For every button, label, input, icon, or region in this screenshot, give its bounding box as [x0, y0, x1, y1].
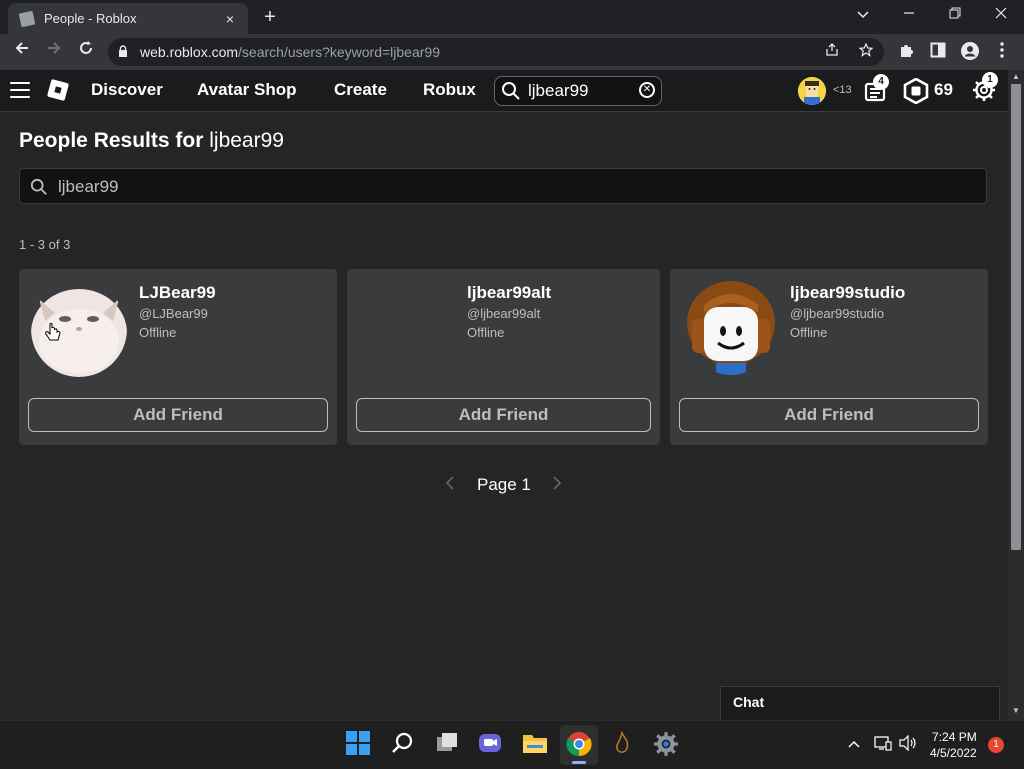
user-name[interactable]: ljbear99alt [467, 283, 551, 303]
age-label: <13 [833, 84, 852, 96]
user-handle: @ljbear99studio [790, 306, 885, 321]
hamburger-menu-icon[interactable] [10, 82, 30, 98]
scrollbar-thumb[interactable] [1011, 84, 1021, 550]
browser-toolbar: web.roblox.com/search/users?keyword=ljbe… [0, 34, 1024, 70]
close-window-button[interactable] [978, 0, 1024, 30]
user-card[interactable]: ljbear99alt @ljbear99alt Offline Add Fri… [347, 269, 660, 445]
windows-taskbar: 7:24 PM 4/5/2022 1 [0, 720, 1024, 769]
page-scrollbar[interactable]: ▲ ▼ [1008, 70, 1024, 720]
add-friend-button[interactable]: Add Friend [679, 398, 979, 432]
user-status: Offline [139, 325, 177, 340]
minimize-button[interactable] [886, 0, 932, 30]
new-tab-button[interactable]: + [259, 6, 281, 28]
taskbar-search-icon[interactable] [391, 731, 419, 759]
notifications-icon[interactable]: 4 [864, 74, 890, 104]
clear-search-icon[interactable]: ✕ [639, 82, 655, 98]
side-panel-icon[interactable] [928, 42, 948, 62]
page-title: People Results for ljbear99 [19, 129, 284, 152]
robux-amount[interactable]: 69 [934, 80, 953, 100]
settings-gear-icon[interactable]: 1 [972, 72, 998, 104]
user-handle: @ljbear99alt [467, 306, 541, 321]
roblox-header: Discover Avatar Shop Create Robux ljbear… [0, 70, 1008, 112]
roblox-logo-icon[interactable] [46, 78, 70, 102]
chat-label: Chat [733, 694, 765, 710]
robux-icon[interactable] [903, 77, 929, 105]
chat-panel[interactable]: Chat [720, 686, 1000, 720]
chrome-icon[interactable] [566, 731, 594, 759]
add-friend-button[interactable]: Add Friend [28, 398, 328, 432]
windows-start-icon[interactable] [346, 731, 374, 759]
notifications-badge: 4 [873, 74, 889, 90]
user-status: Offline [467, 325, 505, 340]
user-avatar[interactable] [798, 77, 826, 105]
settings-badge: 1 [982, 72, 998, 88]
roblox-favicon-icon [18, 10, 36, 27]
share-icon[interactable] [822, 42, 842, 62]
header-search-value: ljbear99 [528, 81, 589, 100]
network-icon[interactable] [874, 735, 892, 754]
user-name[interactable]: LJBear99 [139, 283, 216, 303]
profile-icon[interactable] [960, 42, 980, 62]
add-friend-button[interactable]: Add Friend [356, 398, 651, 432]
reload-icon[interactable] [74, 40, 98, 64]
clock-date: 4/5/2022 [930, 746, 977, 760]
extensions-puzzle-icon[interactable] [896, 42, 916, 62]
user-card[interactable]: ljbear99studio @ljbear99studio Offline A… [670, 269, 988, 445]
file-explorer-icon[interactable] [522, 731, 550, 759]
page-label: Page 1 [477, 475, 531, 494]
notification-count-badge[interactable]: 1 [988, 737, 1004, 753]
bookmark-star-icon[interactable] [856, 42, 876, 62]
nav-robux[interactable]: Robux [423, 80, 476, 100]
nav-create[interactable]: Create [334, 80, 387, 100]
user-card[interactable]: LJBear99 @LJBear99 Offline Add Friend [19, 269, 337, 445]
tab-search-chevron-icon[interactable] [840, 0, 886, 30]
user-status: Offline [790, 325, 828, 340]
forward-arrow-icon[interactable] [42, 40, 66, 64]
header-search-input[interactable]: ljbear99 ✕ [494, 76, 662, 106]
people-search-input[interactable]: ljbear99 [19, 168, 987, 204]
hand-cursor-icon [45, 323, 61, 341]
url-text: web.roblox.com/search/users?keyword=ljbe… [140, 44, 440, 60]
settings-app-gear-icon[interactable] [653, 731, 681, 759]
tab-title: People - Roblox [44, 11, 137, 26]
restore-button[interactable] [932, 0, 978, 30]
address-bar[interactable]: web.roblox.com/search/users?keyword=ljbe… [108, 38, 884, 66]
people-search-value: ljbear99 [58, 177, 119, 196]
scroll-down-arrow-icon[interactable]: ▼ [1012, 706, 1020, 715]
tray-overflow-chevron-icon[interactable] [848, 735, 860, 751]
user-name[interactable]: ljbear99studio [790, 283, 905, 303]
roblox-studio-flame-icon[interactable] [610, 730, 638, 759]
nav-avatar-shop[interactable]: Avatar Shop [197, 80, 297, 100]
browser-menu-icon[interactable] [992, 42, 1012, 62]
user-avatar-noob[interactable] [686, 279, 776, 375]
browser-tab[interactable]: People - Roblox × [8, 3, 248, 34]
lock-icon [119, 45, 127, 57]
task-view-icon[interactable] [435, 731, 463, 759]
previous-page-chevron-icon[interactable] [445, 476, 455, 495]
user-handle: @LJBear99 [139, 306, 208, 321]
nav-discover[interactable]: Discover [91, 80, 163, 100]
result-count: 1 - 3 of 3 [19, 237, 71, 252]
back-arrow-icon[interactable] [10, 40, 34, 64]
next-page-chevron-icon[interactable] [552, 476, 562, 495]
volume-icon[interactable] [899, 734, 917, 754]
clock-time: 7:24 PM [932, 730, 977, 744]
browser-tab-strip: People - Roblox × + [0, 0, 1024, 34]
search-icon [502, 82, 520, 100]
scroll-up-arrow-icon[interactable]: ▲ [1012, 72, 1020, 81]
user-avatar-empty[interactable] [359, 281, 455, 377]
taskbar-clock[interactable]: 7:24 PM 4/5/2022 [930, 729, 977, 761]
search-icon [30, 178, 47, 195]
teams-chat-icon[interactable] [478, 731, 506, 759]
close-tab-icon[interactable]: × [222, 11, 238, 27]
